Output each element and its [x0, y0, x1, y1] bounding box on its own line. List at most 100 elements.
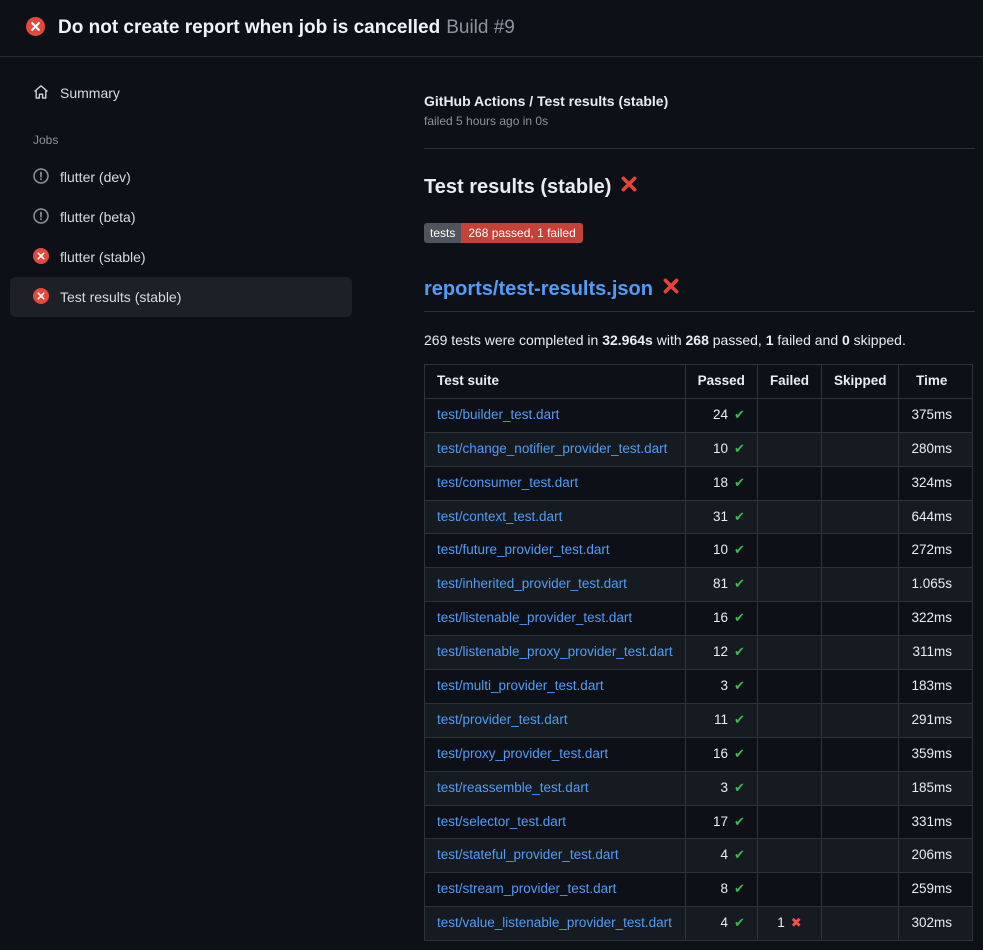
failed-status-icon: [33, 288, 49, 307]
table-row: test/listenable_provider_test.dart16✔322…: [425, 602, 973, 636]
summary-mid2: passed,: [709, 332, 766, 348]
table-row: test/consumer_test.dart18✔324ms: [425, 466, 973, 500]
report-file-link[interactable]: reports/test-results.json: [424, 278, 653, 301]
passed-count: 10: [713, 441, 728, 456]
test-suite-link[interactable]: test/builder_test.dart: [437, 407, 559, 422]
sidebar-item-flutter-beta[interactable]: flutter (beta): [10, 197, 352, 237]
time-cell: 206ms: [899, 839, 973, 873]
passed-count: 4: [721, 847, 729, 862]
time-cell: 324ms: [899, 466, 973, 500]
passed-count: 17: [713, 814, 728, 829]
summary-skipped: 0: [842, 332, 850, 348]
time-cell: 1.065s: [899, 568, 973, 602]
table-row: test/stateful_provider_test.dart 4 ✔ 206ms: [425, 839, 973, 873]
passed-count: 11: [714, 712, 728, 727]
passed-count: 12: [713, 644, 728, 659]
sidebar-item-flutter-stable[interactable]: flutter (stable): [10, 237, 352, 277]
table-row: test/multi_provider_test.dart 3 ✔ 183ms: [425, 670, 973, 704]
section-title: Test results (stable): [424, 175, 975, 199]
test-suite-link[interactable]: test/provider_test.dart: [437, 712, 568, 727]
time-cell: 311ms: [899, 636, 973, 670]
time-cell: 259ms: [899, 873, 973, 907]
skipped-cell: [821, 703, 899, 737]
header-failed: Failed: [757, 365, 821, 399]
skipped-cell: [821, 432, 899, 466]
check-icon: ✔: [734, 576, 745, 591]
passed-count: 4: [721, 915, 729, 930]
check-icon: ✔: [734, 847, 745, 862]
table-row: test/value_listenable_provider_test.dart…: [425, 907, 973, 941]
header-test-suite: Test suite: [425, 365, 686, 399]
passed-count: 3: [721, 678, 729, 693]
sidebar-item-label: flutter (beta): [60, 209, 135, 225]
test-suite-link[interactable]: test/proxy_provider_test.dart: [437, 746, 608, 761]
skipped-cell: [821, 771, 899, 805]
summary-suffix: skipped.: [850, 332, 906, 348]
cross-icon: ✖: [791, 915, 802, 930]
test-suite-link[interactable]: test/consumer_test.dart: [437, 475, 578, 490]
test-suite-link[interactable]: test/listenable_proxy_provider_test.dart: [437, 644, 673, 659]
sidebar-item-test-results-stable[interactable]: Test results (stable): [10, 277, 352, 317]
jobs-list: flutter (dev) flutter (beta): [10, 157, 352, 317]
summary-text: 269 tests were completed in 32.964s with…: [424, 332, 975, 348]
build-number: Build #9: [446, 17, 515, 38]
summary-failed: 1: [766, 332, 774, 348]
red-x-icon: [662, 277, 680, 301]
summary-passed: 268: [686, 332, 709, 348]
table-row: test/future_provider_test.dart10✔272ms: [425, 534, 973, 568]
test-suite-link[interactable]: test/future_provider_test.dart: [437, 542, 610, 557]
time-cell: 280ms: [899, 432, 973, 466]
neutral-status-icon: [33, 168, 49, 187]
skipped-cell: [821, 500, 899, 534]
summary-mid1: with: [653, 332, 686, 348]
sidebar-item-flutter-dev[interactable]: flutter (dev): [10, 157, 352, 197]
sidebar-item-summary[interactable]: Summary: [10, 75, 352, 111]
time-cell: 359ms: [899, 737, 973, 771]
test-suite-link[interactable]: test/selector_test.dart: [437, 814, 566, 829]
check-icon: ✔: [734, 881, 745, 896]
failed-count: 1: [777, 915, 785, 930]
check-icon: ✔: [734, 644, 745, 659]
check-icon: ✔: [734, 915, 745, 930]
test-suite-link[interactable]: test/listenable_provider_test.dart: [437, 610, 632, 625]
header-passed: Passed: [685, 365, 757, 399]
test-suite-link[interactable]: test/inherited_provider_test.dart: [437, 576, 627, 591]
passed-count: 81: [713, 576, 728, 591]
summary-time: 32.964s: [602, 332, 653, 348]
breadcrumb: GitHub Actions / Test results (stable): [424, 93, 975, 109]
header-time: Time: [899, 365, 973, 399]
divider: [424, 148, 975, 149]
check-icon: ✔: [734, 746, 745, 761]
test-suite-link[interactable]: test/value_listenable_provider_test.dart: [437, 915, 672, 930]
build-title: Do not create report when job is cancell…: [58, 17, 440, 38]
header-skipped: Skipped: [821, 365, 899, 399]
test-table-body: test/builder_test.dart24✔375mstest/chang…: [425, 398, 973, 940]
skipped-cell: [821, 568, 899, 602]
check-icon: ✔: [734, 678, 745, 693]
test-suite-link[interactable]: test/stream_provider_test.dart: [437, 881, 616, 896]
badge-label: tests: [424, 223, 461, 243]
time-cell: 272ms: [899, 534, 973, 568]
test-results-table: Test suite Passed Failed Skipped Time te…: [424, 364, 973, 941]
test-suite-link[interactable]: test/reassemble_test.dart: [437, 780, 589, 795]
passed-count: 16: [713, 610, 728, 625]
summary-mid3: failed and: [774, 332, 843, 348]
red-x-icon: [620, 175, 638, 199]
report-title: reports/test-results.json: [424, 277, 975, 312]
table-row: test/change_notifier_provider_test.dart 1…: [425, 432, 973, 466]
tests-badge: tests 268 passed, 1 failed: [424, 223, 583, 243]
skipped-cell: [821, 466, 899, 500]
passed-count: 16: [713, 746, 728, 761]
check-icon: ✔: [734, 407, 745, 422]
time-cell: 183ms: [899, 670, 973, 704]
home-icon: [33, 84, 49, 103]
test-suite-link[interactable]: test/change_notifier_provider_test.dart: [437, 441, 667, 456]
time-cell: 291ms: [899, 703, 973, 737]
test-suite-link[interactable]: test/context_test.dart: [437, 509, 562, 524]
check-icon: ✔: [734, 441, 745, 456]
test-suite-link[interactable]: test/stateful_provider_test.dart: [437, 847, 619, 862]
test-suite-link[interactable]: test/multi_provider_test.dart: [437, 678, 604, 693]
passed-count: 8: [721, 881, 729, 896]
skipped-cell: [821, 636, 899, 670]
skipped-cell: [821, 602, 899, 636]
